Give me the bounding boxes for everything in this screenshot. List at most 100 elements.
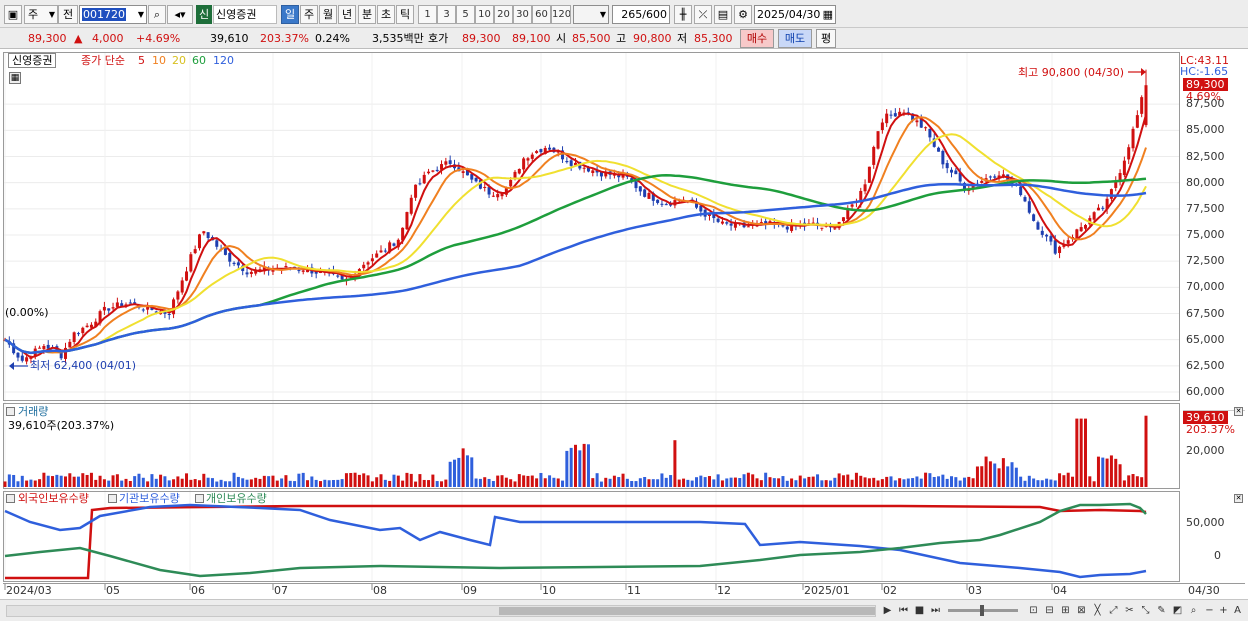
volume-bar <box>254 477 258 487</box>
crosshair-icon[interactable]: ⤫ <box>694 5 712 24</box>
eval-button[interactable]: 평 <box>816 29 836 48</box>
tool-icon[interactable]: ⤢ <box>1106 603 1121 618</box>
tab-minute-10[interactable]: 10 <box>475 5 494 24</box>
tool-icon[interactable]: ⊡ <box>1026 603 1041 618</box>
volume-bar <box>1006 466 1010 487</box>
volume-bar <box>574 444 577 487</box>
volume-bar <box>893 480 897 487</box>
ma-legend-120[interactable]: 120 <box>213 54 234 67</box>
volume-bar <box>725 478 729 487</box>
gear-icon[interactable]: ⚙ <box>734 5 752 24</box>
calendar-icon[interactable]: ▦ <box>823 6 833 23</box>
tab-minute-120[interactable]: 120 <box>551 5 571 24</box>
volume-bar <box>833 477 837 487</box>
volume-bar <box>245 479 249 487</box>
ma-legend-5[interactable]: 5 <box>138 54 145 67</box>
tab-minute-5[interactable]: 5 <box>456 5 475 24</box>
font-size-icon[interactable]: A <box>1230 603 1245 618</box>
volume-bar <box>193 479 197 487</box>
tool-icon[interactable]: ⊟ <box>1042 603 1057 618</box>
zoom-slider[interactable] <box>948 605 1018 616</box>
data-count-max: /600 <box>642 8 667 21</box>
volume-bar <box>703 477 707 487</box>
buy-button[interactable]: 매수 <box>740 29 774 48</box>
tool-icon[interactable]: ✎ <box>1154 603 1169 618</box>
current-price: 89,300 <box>28 32 67 45</box>
tab-minute-20[interactable]: 20 <box>494 5 513 24</box>
close-icon[interactable]: ✕ <box>1234 407 1243 416</box>
zoom-out-icon[interactable]: − <box>1202 603 1217 618</box>
volume-bar <box>954 477 958 487</box>
panel-toggle-icon[interactable] <box>108 494 117 503</box>
custom-period-select[interactable]: ▼ <box>573 5 609 24</box>
scrollbar-thumb[interactable] <box>499 607 875 615</box>
panel-toggle-icon[interactable] <box>6 407 15 416</box>
stop-icon[interactable]: ■ <box>912 603 927 618</box>
zoom-in-icon[interactable]: + <box>1216 603 1231 618</box>
volume-bar <box>647 479 651 487</box>
stock-chart[interactable] <box>0 50 1248 621</box>
scroll-start-icon[interactable]: ⏮ <box>896 603 911 618</box>
tab-period-tick[interactable]: 틱 <box>396 5 414 24</box>
tool-icon[interactable]: ⤡ <box>1138 603 1153 618</box>
legend-foreign[interactable]: 외국인보유수량 <box>18 492 89 505</box>
chart-window-icon[interactable]: ▣ <box>4 5 22 24</box>
table-toggle-icon[interactable]: ▦ <box>9 72 21 84</box>
stock-menu-icon[interactable]: ◂▾ <box>167 5 193 24</box>
xaxis-label: 02 <box>883 584 897 597</box>
ma-legend-60[interactable]: 60 <box>192 54 206 67</box>
tab-period-year[interactable]: 년 <box>338 5 356 24</box>
tab-minute-60[interactable]: 60 <box>532 5 551 24</box>
candle-body <box>833 228 837 230</box>
volume-bar <box>306 480 310 487</box>
volume-bar <box>284 475 288 487</box>
candle-body <box>362 264 366 269</box>
tool-icon[interactable]: ╳ <box>1090 603 1105 618</box>
scroll-end-icon[interactable]: ⏭ <box>928 603 943 618</box>
chart-type-select[interactable]: 주 ▼ <box>24 5 58 24</box>
panel-toggle-icon[interactable] <box>195 494 204 503</box>
price-panel-name[interactable]: 신영증권 <box>8 53 57 68</box>
panel-toggle-icon[interactable] <box>6 494 15 503</box>
market-button[interactable]: 전 <box>58 5 78 24</box>
tab-minute-1[interactable]: 1 <box>418 5 437 24</box>
tab-period-minute[interactable]: 분 <box>358 5 376 24</box>
tab-period-week[interactable]: 주 <box>300 5 318 24</box>
volume-bar <box>1062 475 1066 487</box>
tab-minute-30[interactable]: 30 <box>513 5 532 24</box>
trade-amount: 3,535백만 <box>372 32 424 45</box>
volume-panel-title[interactable]: 거래량 <box>18 405 48 418</box>
legend-individual[interactable]: 개인보유수량 <box>206 492 267 505</box>
candle-style-icon[interactable]: ╫ <box>674 5 692 24</box>
sell-button[interactable]: 매도 <box>778 29 812 48</box>
zoom-slider-handle[interactable] <box>980 605 984 616</box>
candle-body <box>215 240 219 247</box>
data-count-input[interactable]: 265/600 <box>612 5 670 24</box>
ma-legend-10[interactable]: 10 <box>152 54 166 67</box>
tool-icon[interactable]: ⊠ <box>1074 603 1089 618</box>
tool-icon[interactable]: ✂ <box>1122 603 1137 618</box>
tab-period-month[interactable]: 월 <box>319 5 337 24</box>
search-icon[interactable]: ⌕ <box>148 5 166 24</box>
volume-bar <box>993 463 997 487</box>
volume-bar <box>25 480 29 487</box>
close-icon[interactable]: ✕ <box>1234 494 1243 503</box>
ma-legend-20[interactable]: 20 <box>172 54 186 67</box>
tool-icon[interactable]: ⊞ <box>1058 603 1073 618</box>
tab-period-second[interactable]: 초 <box>377 5 395 24</box>
horizontal-scrollbar[interactable] <box>6 605 876 617</box>
xaxis-label: 11 <box>627 584 641 597</box>
scroll-right-icon[interactable]: ▶ <box>880 603 895 618</box>
stock-code-input[interactable]: 001720 ▼ <box>79 5 147 24</box>
candle-body <box>68 341 72 348</box>
tab-minute-3[interactable]: 3 <box>437 5 456 24</box>
chevron-down-icon[interactable]: ▼ <box>138 6 144 23</box>
candle-body <box>634 181 638 189</box>
tool-icon[interactable]: ◩ <box>1170 603 1185 618</box>
date-input[interactable]: 2025/04/30 ▦ <box>754 5 836 24</box>
legend-institution[interactable]: 기관보유수량 <box>119 492 180 505</box>
chart-navigation-bar: ▶ ⏮ ■ ⏭ ⊡ ⊟ ⊞ ⊠ ╳ ⤢ ✂ ⤡ ✎ ◩ ⌕ − + A <box>0 599 1248 621</box>
save-icon[interactable]: ▤ <box>714 5 732 24</box>
zoom-icon[interactable]: ⌕ <box>1186 603 1201 618</box>
tab-period-day[interactable]: 일 <box>281 5 299 24</box>
